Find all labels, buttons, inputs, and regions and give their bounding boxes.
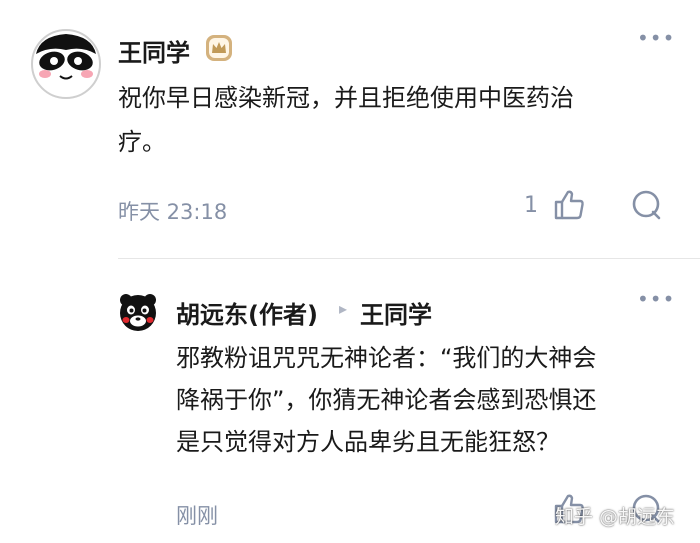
more-options-icon[interactable]: ••• bbox=[637, 26, 675, 50]
reply-text-line: 降祸于你”，你猜无神论者会感到恐惧还 bbox=[176, 386, 597, 414]
comment-card: 王同学 ••• 祝你早日感染新冠，并且拒绝使用中医药治 疗。 昨天 23:18 … bbox=[0, 0, 700, 255]
more-options-icon[interactable]: ••• bbox=[637, 287, 675, 311]
watermark: 知乎 @胡远东 bbox=[555, 506, 676, 528]
reply-text-line: 邪教粉诅咒咒无神论者：“我们的大神会 bbox=[176, 344, 597, 372]
comment-author[interactable]: 王同学 bbox=[118, 33, 190, 68]
avatar[interactable] bbox=[117, 291, 159, 333]
reply-card: 胡远东(作者) ▸ 王同学 ••• 邪教粉诅咒咒无神论者：“我们的大神会 降祸于… bbox=[0, 259, 700, 543]
crown-badge-icon bbox=[206, 35, 232, 61]
reply-to-user[interactable]: 王同学 bbox=[360, 295, 432, 330]
reply-arrow-icon: ▸ bbox=[339, 299, 348, 318]
comment-time: 昨天 23:18 bbox=[118, 200, 228, 224]
avatar[interactable] bbox=[30, 28, 102, 100]
reply-time: 刚刚 bbox=[176, 504, 218, 528]
reply-comment-icon[interactable] bbox=[630, 188, 664, 222]
comment-text-line: 祝你早日感染新冠，并且拒绝使用中医药治 bbox=[118, 84, 574, 112]
reply-text-line: 是只觉得对方人品卑劣且无能狂怒？ bbox=[176, 428, 560, 456]
reply-author[interactable]: 胡远东(作者) bbox=[176, 295, 318, 330]
like-count: 1 bbox=[524, 193, 538, 218]
comment-text-line: 疗。 bbox=[118, 128, 166, 156]
like-icon[interactable] bbox=[552, 188, 586, 222]
